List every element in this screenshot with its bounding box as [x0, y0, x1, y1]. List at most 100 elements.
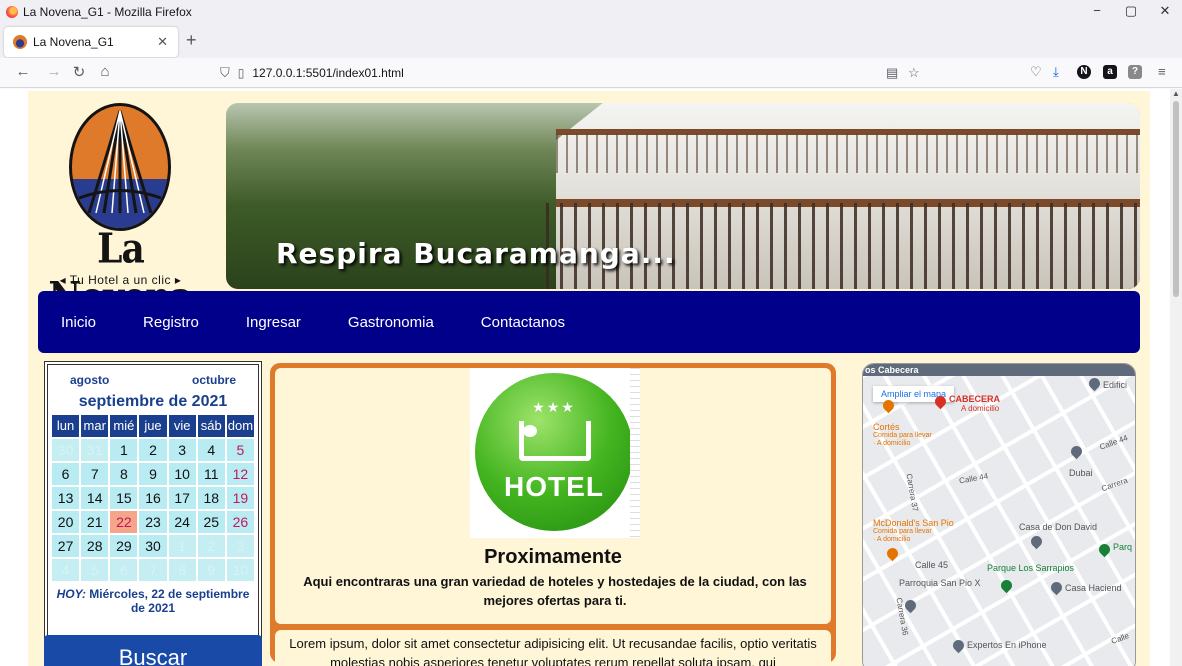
- map-label-cortes: Cortés: [873, 422, 900, 432]
- tab-close-icon[interactable]: ✕: [157, 34, 168, 50]
- calendar-day[interactable]: 24: [168, 511, 196, 533]
- page-scrollbar[interactable]: ▲: [1170, 89, 1182, 666]
- calendar-day[interactable]: 8: [168, 559, 196, 581]
- calendar-day[interactable]: 2: [139, 439, 167, 461]
- menu-gastronomia[interactable]: Gastronomia: [348, 314, 434, 331]
- calendar-day[interactable]: 12: [226, 463, 254, 485]
- map-label-comida: Comida para llevar: [873, 432, 932, 439]
- map-label-mcdonalds: McDonald's San Pio: [873, 518, 954, 528]
- calendar-day[interactable]: 25: [197, 511, 225, 533]
- bookmark-star-icon[interactable]: ☆: [908, 65, 920, 81]
- maximize-button[interactable]: ▢: [1114, 0, 1148, 24]
- calendar-day[interactable]: 23: [139, 511, 167, 533]
- calendar-day[interactable]: 30: [52, 439, 80, 461]
- calendar-day[interactable]: 3: [168, 439, 196, 461]
- calendar-day[interactable]: 16: [139, 487, 167, 509]
- google-map[interactable]: os Cabecera Ampliar el mapa CABECERA A d…: [862, 363, 1136, 666]
- shield-icon[interactable]: ⛉: [220, 65, 230, 81]
- menu-hamburger-icon[interactable]: ≡: [1158, 64, 1166, 79]
- home-icon[interactable]: ⌂: [94, 63, 116, 80]
- pocket-icon[interactable]: ♡: [1030, 64, 1042, 80]
- calendar-day-today[interactable]: 22: [110, 511, 138, 533]
- calendar-day[interactable]: 2: [197, 535, 225, 557]
- extension-unknown-icon[interactable]: ?: [1128, 65, 1142, 79]
- calendar-day[interactable]: 8: [110, 463, 138, 485]
- calendar-day[interactable]: 27: [52, 535, 80, 557]
- window-controls: − ▢ ✕: [1080, 0, 1182, 24]
- map-label-don-david: Casa de Don David: [1019, 522, 1098, 532]
- calendar-day[interactable]: 19: [226, 487, 254, 509]
- calendar-title: septiembre de 2021: [78, 393, 228, 410]
- calendar-day[interactable]: 31: [81, 439, 109, 461]
- reader-view-icon[interactable]: ▤: [886, 65, 898, 81]
- menu-registro[interactable]: Registro: [143, 314, 199, 331]
- map-label-parroquia: Parroquia San Pio X: [899, 578, 981, 588]
- calendar-day[interactable]: 30: [139, 535, 167, 557]
- calendar-weekday: dom: [226, 415, 254, 437]
- url-bar[interactable]: ⛉ ▯ 127.0.0.1:5501/index01.html ▤ ☆: [208, 60, 930, 86]
- tab-bar: La Novena_G1 ✕ +: [0, 24, 1182, 58]
- menu-inicio[interactable]: Inicio: [61, 314, 96, 331]
- extension-n-icon[interactable]: N: [1077, 65, 1091, 79]
- calendar-day[interactable]: 9: [197, 559, 225, 581]
- calendar-day[interactable]: 20: [52, 511, 80, 533]
- download-icon[interactable]: ⤓: [1053, 64, 1059, 80]
- close-window-button[interactable]: ✕: [1148, 0, 1182, 24]
- calendar-day[interactable]: 21: [81, 511, 109, 533]
- calendar-day[interactable]: 6: [110, 559, 138, 581]
- calendar-day[interactable]: 15: [110, 487, 138, 509]
- site-logo[interactable]: La Novena ◂ Tu Hotel a un clic ▸: [38, 103, 203, 321]
- bridge-icon: [78, 110, 162, 214]
- back-icon[interactable]: ←: [12, 63, 34, 80]
- scroll-up-icon[interactable]: ▲: [1172, 89, 1180, 98]
- extension-amazon-icon[interactable]: a: [1103, 65, 1117, 79]
- firefox-icon: [6, 6, 18, 18]
- map-label-expertos: Expertos En iPhone: [967, 640, 1047, 650]
- main-menu: Inicio Registro Ingresar Gastronomia Con…: [38, 291, 1140, 353]
- search-button[interactable]: Buscar: [44, 635, 262, 666]
- new-tab-icon[interactable]: +: [186, 30, 197, 51]
- calendar-day[interactable]: 29: [110, 535, 138, 557]
- url-text[interactable]: 127.0.0.1:5501/index01.html: [252, 66, 403, 80]
- calendar-day[interactable]: 11: [197, 463, 225, 485]
- map-label-calle45: Calle 45: [915, 560, 949, 570]
- calendar-day[interactable]: 10: [168, 463, 196, 485]
- calendar-grid: lun mar mié jue vie sáb dom 30 31 1 2 3 4 5 6 7 8 9 10 11 12…: [52, 415, 254, 581]
- calendar-day[interactable]: 4: [52, 559, 80, 581]
- forward-icon[interactable]: →: [43, 63, 65, 80]
- calendar-day[interactable]: 9: [139, 463, 167, 485]
- calendar-today: HOY: Miércoles, 22 de septiembre de 2021: [48, 587, 258, 615]
- reload-icon[interactable]: ↻: [68, 63, 90, 81]
- calendar-next-month[interactable]: octubre: [192, 373, 236, 387]
- content-card: ★★★ HOTEL Proximamente Aqui encontraras …: [270, 363, 836, 666]
- page-viewport: La Novena ◂ Tu Hotel a un clic ▸ Respira…: [0, 89, 1170, 666]
- calendar-day[interactable]: 4: [197, 439, 225, 461]
- calendar-day[interactable]: 18: [197, 487, 225, 509]
- menu-contactanos[interactable]: Contactanos: [481, 314, 565, 331]
- calendar-day[interactable]: 1: [110, 439, 138, 461]
- calendar-day[interactable]: 26: [226, 511, 254, 533]
- calendar-day[interactable]: 3: [226, 535, 254, 557]
- calendar-day[interactable]: 13: [52, 487, 80, 509]
- tab-la-novena[interactable]: La Novena_G1 ✕: [4, 27, 178, 57]
- map-label-cabecera: CABECERA: [949, 394, 1001, 404]
- calendar-prev-month[interactable]: agosto: [70, 373, 109, 387]
- calendar-day[interactable]: 28: [81, 535, 109, 557]
- scrollbar-thumb[interactable]: [1173, 101, 1179, 297]
- calendar-day[interactable]: 14: [81, 487, 109, 509]
- navigation-toolbar: ← → ↻ ⌂ ⛉ ▯ 127.0.0.1:5501/index01.html …: [0, 58, 1182, 88]
- calendar-day[interactable]: 7: [139, 559, 167, 581]
- announcement-panel: ★★★ HOTEL Proximamente Aqui encontraras …: [275, 368, 831, 624]
- calendar-day[interactable]: 10: [226, 559, 254, 581]
- minimize-button[interactable]: −: [1080, 0, 1114, 24]
- map-label-domicilio3: · A domicilio: [873, 536, 911, 543]
- calendar-day[interactable]: 1: [168, 535, 196, 557]
- hotel-icon: ★★★ HOTEL: [475, 373, 633, 531]
- menu-ingresar[interactable]: Ingresar: [246, 314, 301, 331]
- calendar-day[interactable]: 7: [81, 463, 109, 485]
- calendar-day[interactable]: 6: [52, 463, 80, 485]
- calendar-day[interactable]: 17: [168, 487, 196, 509]
- calendar-day[interactable]: 5: [226, 439, 254, 461]
- tab-title: La Novena_G1: [33, 35, 114, 49]
- calendar-day[interactable]: 5: [81, 559, 109, 581]
